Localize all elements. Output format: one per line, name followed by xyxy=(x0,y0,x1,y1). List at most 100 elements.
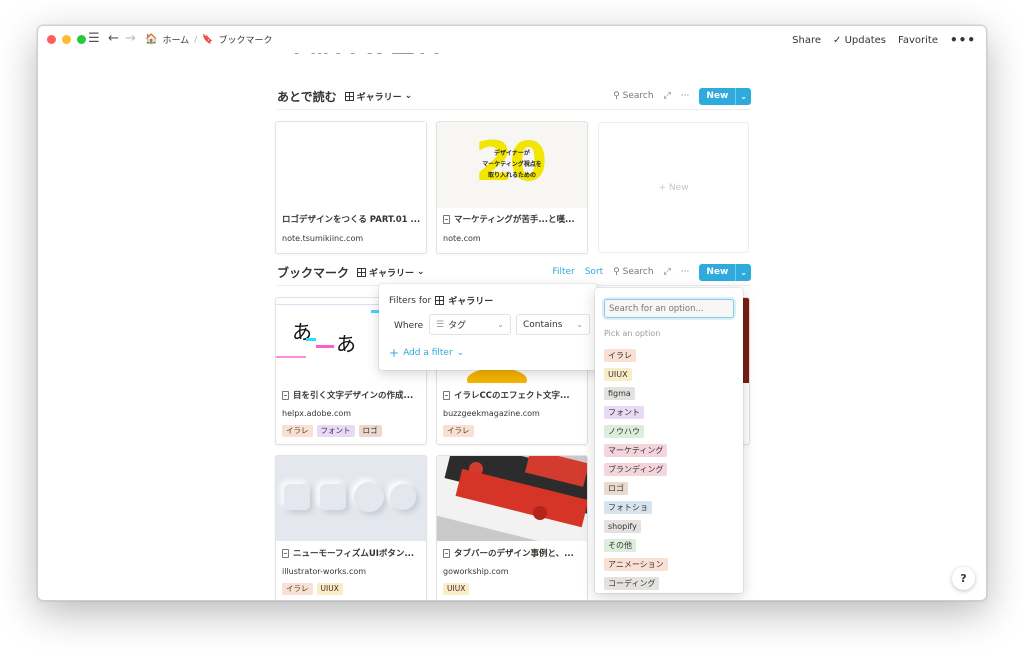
option-dropdown: Pick an option イラレ UIUX figma フォントノウハウマーケティ… xyxy=(595,288,743,593)
card-cover-blank xyxy=(276,122,426,208)
card-cover-image xyxy=(276,456,426,541)
option-item[interactable]: マーケティング xyxy=(604,441,668,460)
divider xyxy=(277,109,751,110)
view-selector[interactable]: ギャラリー ⌄ xyxy=(357,266,425,279)
cover-decoration xyxy=(467,368,527,383)
filter-property-select[interactable]: ☰ タグ ⌄ xyxy=(429,314,511,335)
plus-icon: + xyxy=(389,346,400,360)
card-url: note.com xyxy=(443,234,481,243)
cover-decoration xyxy=(354,482,384,512)
gallery-grid-icon xyxy=(435,296,445,305)
card-title: 目を引く文字デザインの作成... xyxy=(282,389,420,401)
minimize-window-button[interactable] xyxy=(62,35,71,44)
expand-icon[interactable]: ⤢ xyxy=(664,91,671,101)
option-item[interactable]: UIUX xyxy=(604,365,668,384)
option-item[interactable]: フォント xyxy=(604,403,668,422)
chevron-down-icon[interactable]: ⌄ xyxy=(735,263,751,281)
cover-text-line: マーケティング視点を xyxy=(482,161,542,168)
card-url: note.tsumikiinc.com xyxy=(282,234,364,243)
cover-decoration xyxy=(743,298,749,383)
cover-text-line: 取り入れるための xyxy=(487,172,536,179)
more-options-icon[interactable]: ··· xyxy=(681,91,690,101)
filter-operator-select[interactable]: Contains ⌄ xyxy=(516,314,590,335)
search-button[interactable]: ⚲ Search xyxy=(613,91,653,101)
filter-button[interactable]: Filter xyxy=(552,267,574,277)
option-search-input[interactable] xyxy=(604,299,734,318)
back-arrow-icon[interactable]: ← xyxy=(108,31,119,47)
section-title[interactable]: ブックマーク xyxy=(277,264,349,281)
filter-popup-title: Filters for ギャラリー xyxy=(389,294,494,308)
filter-title-view: ギャラリー xyxy=(448,297,494,307)
tag: ロゴ xyxy=(358,425,382,437)
cover-decoration xyxy=(306,338,316,341)
add-filter-button[interactable]: + Add a filter ⌄ xyxy=(389,346,464,360)
option-item[interactable]: ノウハウ xyxy=(604,422,668,441)
filter-property-value: タグ xyxy=(448,321,467,331)
card-title: イラレCCのエフェクト文字... xyxy=(443,389,581,401)
option-tag: フォトショ xyxy=(604,501,652,514)
zoom-window-button[interactable] xyxy=(77,35,86,44)
updates-button[interactable]: ✓ Updates xyxy=(833,35,886,46)
section-title[interactable]: あとで読む xyxy=(277,88,337,105)
search-label: Search xyxy=(622,267,654,277)
menu-icon[interactable]: ☰ xyxy=(88,31,100,47)
option-item[interactable]: その他 xyxy=(604,536,668,555)
option-item[interactable]: アニメーション xyxy=(604,555,668,574)
more-options-icon[interactable]: ••• xyxy=(950,33,976,47)
cover-decoration xyxy=(320,484,346,510)
new-button[interactable]: New ⌄ xyxy=(699,87,751,105)
card-cover-image xyxy=(437,456,587,541)
option-tag: その他 xyxy=(604,539,636,552)
option-item[interactable]: ロゴ xyxy=(604,479,668,498)
option-item[interactable]: フォトショ xyxy=(604,498,668,517)
card-title-text: イラレCCのエフェクト文字... xyxy=(454,391,570,401)
help-button[interactable]: ? xyxy=(952,567,975,590)
breadcrumb-current[interactable]: ブックマーク xyxy=(218,33,272,46)
more-options-icon[interactable]: ··· xyxy=(681,267,690,277)
chevron-down-icon[interactable]: ⌄ xyxy=(735,87,751,105)
card-url: illustrator-works.com xyxy=(282,567,367,576)
option-tag: ノウハウ xyxy=(604,425,644,438)
card-url: buzzgeekmagazine.com xyxy=(443,409,540,418)
house-icon: 🏠 xyxy=(145,34,158,45)
section-header-read-later: あとで読む ギャラリー ⌄ ⚲ Search ⤢ ··· New ⌄ xyxy=(277,85,751,107)
section-tools: ⚲ Search ⤢ ··· New ⌄ xyxy=(613,87,751,105)
new-button-label: New xyxy=(706,266,729,277)
option-list: イラレ UIUX figma フォントノウハウマーケティングブランディングロゴフォトシ… xyxy=(604,346,668,593)
page-icon xyxy=(282,390,289,400)
breadcrumb-separator: / xyxy=(194,34,198,45)
page-icon xyxy=(443,214,450,224)
expand-icon[interactable]: ⤢ xyxy=(664,267,671,277)
favorite-button[interactable]: Favorite xyxy=(898,35,938,46)
gallery-card[interactable]: ロゴデザインをつくる PART.01 ... note.tsumikiinc.c… xyxy=(275,121,427,254)
option-tag: ロゴ xyxy=(604,482,628,495)
breadcrumb-home[interactable]: ホーム xyxy=(162,33,189,46)
forward-arrow-icon[interactable]: → xyxy=(125,31,136,47)
option-item[interactable]: shopify xyxy=(604,517,668,536)
view-selector[interactable]: ギャラリー ⌄ xyxy=(344,90,412,103)
option-item[interactable]: ブランディング xyxy=(604,460,668,479)
search-icon: ⚲ xyxy=(613,91,623,101)
new-button[interactable]: New ⌄ xyxy=(699,263,751,281)
cover-decoration xyxy=(533,506,547,520)
gallery-card[interactable]: ニューモーフィズムUIボタン... illustrator-works.com … xyxy=(275,455,427,600)
search-button[interactable]: ⚲ Search xyxy=(613,267,653,277)
page-icon xyxy=(443,390,450,400)
card-tags: イラレ フォント ロゴ xyxy=(282,425,382,437)
card-url: helpx.adobe.com xyxy=(282,409,352,418)
tag: イラレ xyxy=(282,425,313,437)
add-new-card[interactable]: + New xyxy=(598,122,749,253)
gallery-card[interactable]: 20 デザイナーが マーケティング視点を 取り入れるための マーケティングが苦手… xyxy=(436,121,588,254)
sort-button[interactable]: Sort xyxy=(585,267,603,277)
option-item[interactable]: figma xyxy=(604,384,668,403)
close-window-button[interactable] xyxy=(47,35,56,44)
card-url: goworkship.com xyxy=(443,567,509,576)
gallery-card[interactable]: タブバーのデザイン事例と、... goworkship.com UIUX xyxy=(436,455,588,600)
cover-decoration xyxy=(316,345,334,348)
card-cover-image: 20 デザイナーが マーケティング視点を 取り入れるための xyxy=(437,122,587,208)
share-button[interactable]: Share xyxy=(792,35,821,46)
option-item[interactable]: イラレ xyxy=(604,346,668,365)
option-tag: マーケティング xyxy=(604,444,668,457)
filter-popup: Filters for ギャラリー Where ☰ タグ ⌄ Contains … xyxy=(379,284,597,370)
option-item[interactable]: コーディング xyxy=(604,574,668,593)
